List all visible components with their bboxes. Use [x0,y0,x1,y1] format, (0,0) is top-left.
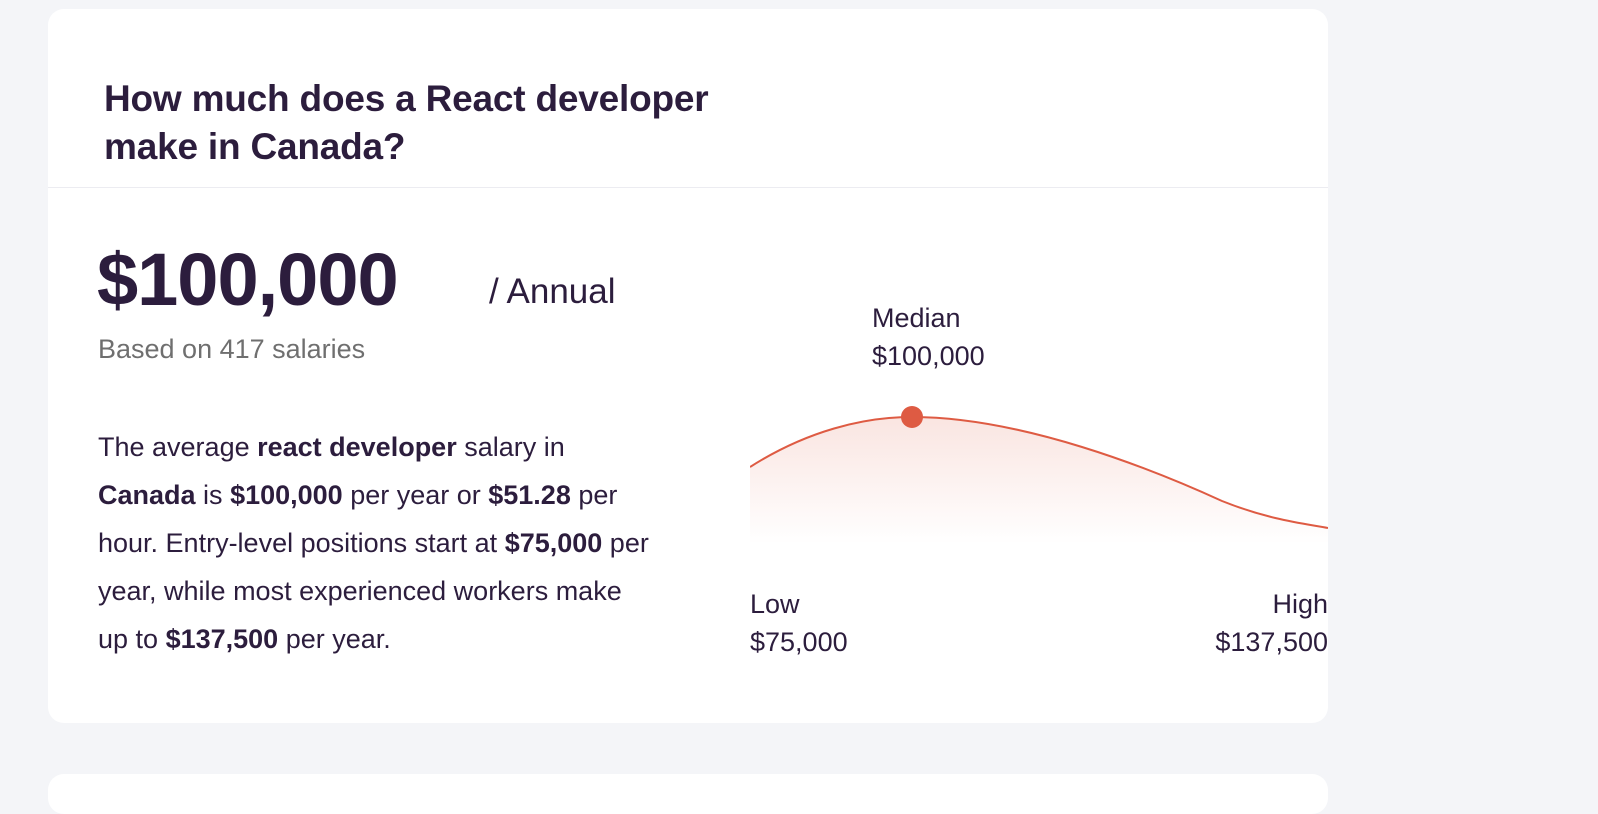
median-label: Median [872,303,961,333]
description-hourly: $51.28 [488,480,571,510]
description-text: per year or [342,480,489,510]
low-value: $75,000 [750,627,848,657]
salary-period: / Annual [489,272,616,311]
description-max: $137,500 [165,624,279,654]
median-value: $100,000 [872,341,985,371]
description-text: The average [98,432,258,462]
description-entry: $75,000 [504,528,603,558]
salary-amount: $100,000 [97,238,399,321]
description-text: is [195,480,231,510]
next-card [48,774,1328,814]
distribution-area [750,417,1328,544]
description-role: react developer [257,432,457,462]
salary-card: How much does a React developer make in … [48,9,1328,723]
description-text: per year. [278,624,391,654]
card-header: How much does a React developer make in … [48,9,1328,188]
median-marker [901,406,923,428]
high-value: $137,500 [1215,627,1328,657]
description-text: salary in [456,432,565,462]
low-label: Low [750,589,800,619]
salary-distribution-chart: Median $100,000 Low $75,000 High $137,50… [750,299,1328,669]
salary-basis: Based on 417 salaries [98,334,366,364]
high-label: High [1272,589,1328,619]
description-annual: $100,000 [230,480,343,510]
salary-description: The average react developer salary in Ca… [98,423,658,663]
description-location: Canada [98,480,196,510]
distribution-svg [750,406,1328,544]
page-title: How much does a React developer make in … [104,78,709,167]
